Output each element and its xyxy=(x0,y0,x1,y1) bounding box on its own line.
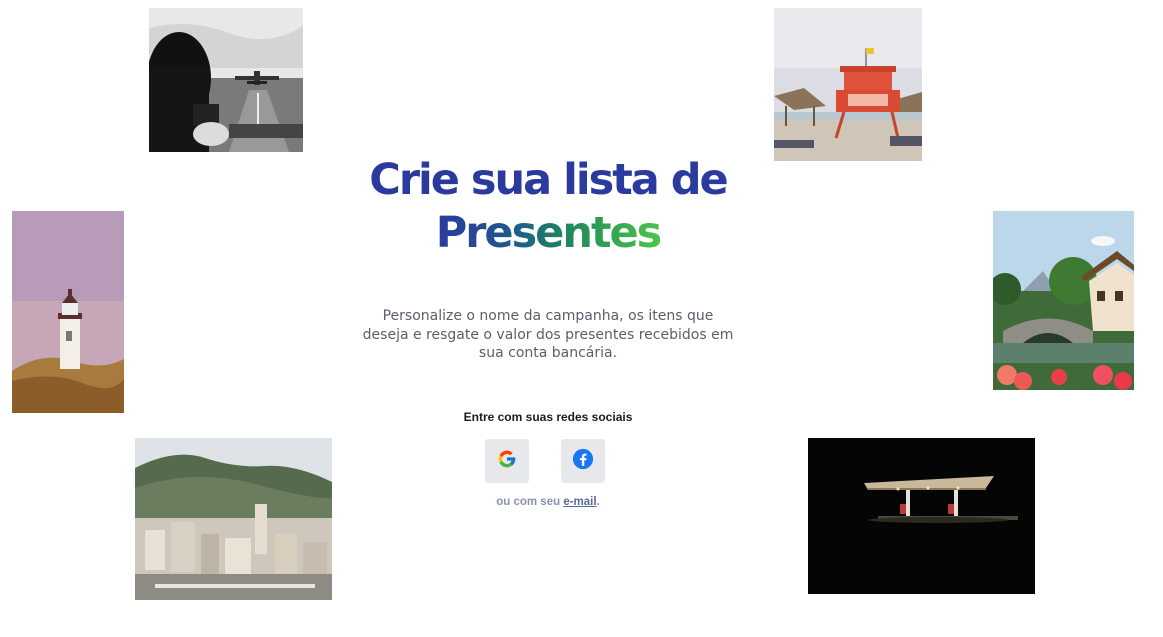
google-login-button[interactable] xyxy=(485,439,529,483)
hero-section: Crie sua lista de Presentes Personalize … xyxy=(330,150,766,363)
photo-airplane-runway xyxy=(149,8,303,152)
page-title-line-2: Presentes xyxy=(330,203,766,263)
email-login-link[interactable]: e-mail xyxy=(563,496,596,508)
photo-gas-station-night xyxy=(808,438,1035,594)
google-icon xyxy=(497,449,517,473)
facebook-login-button[interactable] xyxy=(561,439,605,483)
photo-stone-bridge-village xyxy=(993,211,1134,390)
alt-login-text: ou com seu e-mail. xyxy=(430,496,666,508)
page-title-line-1: Crie sua lista de xyxy=(369,155,728,205)
social-login-label: Entre com suas redes sociais xyxy=(463,410,633,424)
photo-lighthouse xyxy=(12,211,124,413)
facebook-icon xyxy=(572,448,594,474)
alt-login-suffix: . xyxy=(596,496,600,508)
photo-coastal-city xyxy=(135,438,332,600)
alt-login-prefix: ou com seu xyxy=(496,496,564,508)
page-title-highlight: Presentes xyxy=(435,208,663,258)
page-subtitle: Personalize o nome da campanha, os itens… xyxy=(362,308,734,361)
photo-lifeguard-tower xyxy=(774,8,922,161)
